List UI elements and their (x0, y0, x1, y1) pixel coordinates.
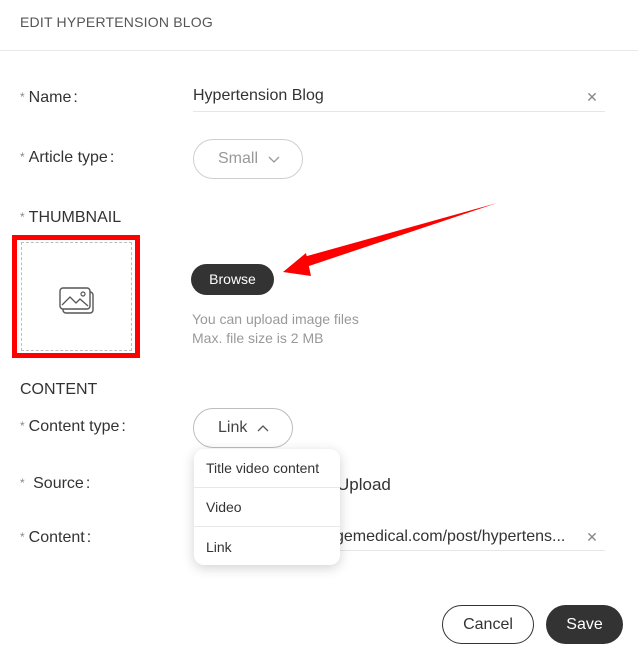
content-type-value: Link (218, 419, 248, 436)
name-label: * Name: (20, 89, 78, 106)
thumbnail-dropzone[interactable] (21, 242, 132, 351)
content-url-value[interactable]: gemedical.com/post/hypertens... (335, 528, 585, 546)
dropdown-option-video[interactable]: Video (194, 488, 340, 527)
content-type-select[interactable]: Link (193, 408, 293, 448)
cancel-button[interactable]: Cancel (442, 605, 534, 644)
upload-hint-line1: You can upload image files (192, 311, 359, 327)
upload-hint-line2: Max. file size is 2 MB (192, 330, 324, 346)
source-label: * Source: (20, 475, 91, 492)
content-type-dropdown: Title video content Video Link (194, 449, 340, 565)
required-mark: * (20, 210, 25, 224)
edit-blog-modal: EDIT HYPERTENSION BLOG * Name: Hypertensi… (0, 0, 638, 668)
dropdown-option-link[interactable]: Link (194, 527, 340, 565)
chevron-up-icon (257, 425, 269, 432)
content-url-input[interactable]: gemedical.com/post/hypertens... ✕ (335, 525, 605, 551)
close-icon[interactable]: ✕ (585, 88, 599, 106)
content-type-label: * Content type: (20, 418, 126, 435)
required-mark: * (20, 530, 25, 544)
content-label: * Content: (20, 529, 92, 546)
required-mark: * (20, 476, 25, 490)
dropdown-option-title-video-content[interactable]: Title video content (194, 449, 340, 488)
chevron-down-icon (268, 156, 280, 163)
article-type-value: Small (218, 150, 259, 167)
content-section-title: CONTENT (20, 381, 98, 398)
image-icon (59, 287, 94, 314)
article-type-label: * Article type: (20, 149, 115, 166)
close-icon[interactable]: ✕ (585, 528, 599, 546)
thumbnail-label: * THUMBNAIL (20, 209, 122, 226)
save-button[interactable]: Save (546, 605, 623, 644)
name-input-value[interactable]: Hypertension Blog (193, 87, 324, 105)
source-value[interactable]: Upload (337, 475, 391, 495)
required-mark: * (20, 90, 25, 104)
required-mark: * (20, 419, 25, 433)
modal-title: EDIT HYPERTENSION BLOG (20, 14, 213, 30)
required-mark: * (20, 150, 25, 164)
modal-header: EDIT HYPERTENSION BLOG (0, 0, 638, 51)
browse-button[interactable]: Browse (191, 264, 274, 295)
article-type-select[interactable]: Small (193, 139, 303, 179)
name-input[interactable]: Hypertension Blog ✕ (193, 84, 605, 112)
